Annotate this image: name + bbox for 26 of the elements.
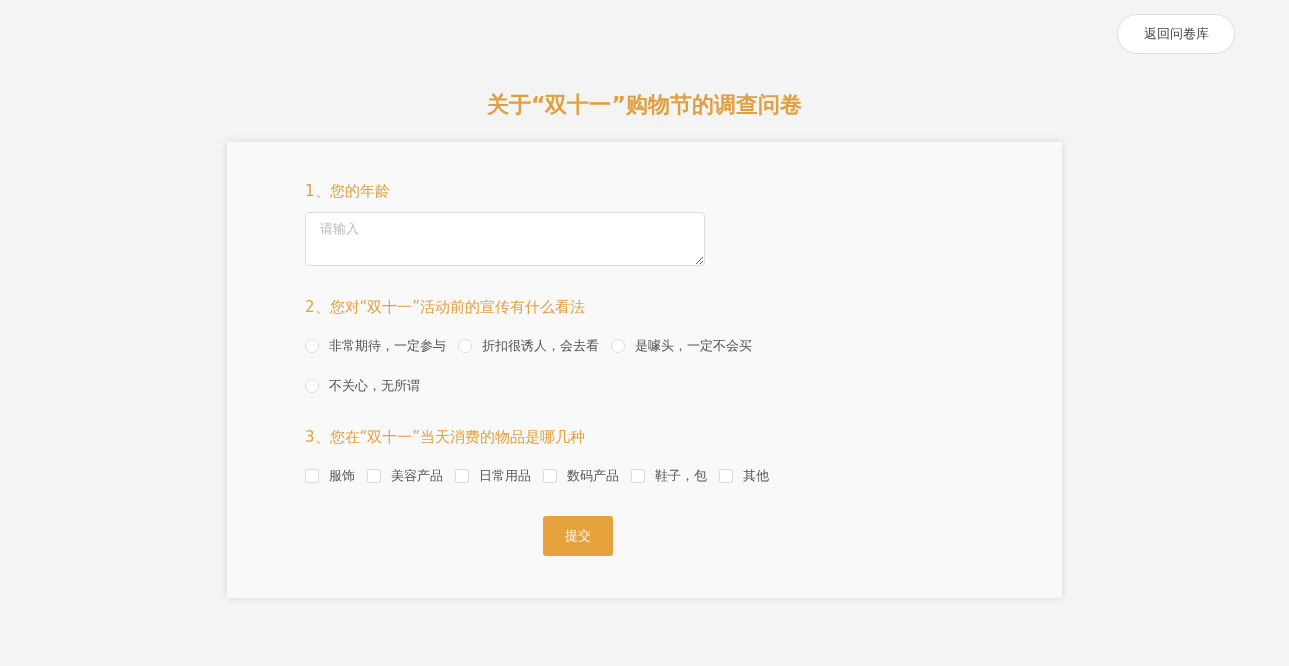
checkbox[interactable] xyxy=(305,469,319,483)
option-label[interactable]: 折扣很诱人，会去看 xyxy=(482,336,599,356)
option-label[interactable]: 不关心，无所谓 xyxy=(329,376,420,396)
option-label[interactable]: 服饰 xyxy=(329,466,355,486)
back-button[interactable]: 返回问卷库 xyxy=(1117,14,1235,54)
question-label: 1、您的年龄 xyxy=(305,181,391,202)
survey-title: 关于“双十一”购物节的调查问卷 xyxy=(486,91,803,119)
checkbox[interactable] xyxy=(543,469,557,483)
checkbox[interactable] xyxy=(631,469,645,483)
option-label[interactable]: 数码产品 xyxy=(567,466,619,486)
option-label[interactable]: 鞋子，包 xyxy=(655,466,707,486)
checkbox[interactable] xyxy=(719,469,733,483)
checkbox[interactable] xyxy=(455,469,469,483)
checkbox[interactable] xyxy=(367,469,381,483)
option-label[interactable]: 日常用品 xyxy=(479,466,531,486)
option-label[interactable]: 非常期待，一定参与 xyxy=(329,336,446,356)
radio-button[interactable] xyxy=(305,379,319,393)
answer-field[interactable]: 请输入 xyxy=(305,212,705,266)
question-label: 3、您在“双十一”当天消费的物品是哪几种 xyxy=(305,427,587,448)
radio-button[interactable] xyxy=(305,339,319,353)
radio-button[interactable] xyxy=(611,339,625,353)
radio-button[interactable] xyxy=(458,339,472,353)
option-label[interactable]: 美容产品 xyxy=(391,466,443,486)
option-label[interactable]: 其他 xyxy=(743,466,769,486)
question-label: 2、您对“双十一”活动前的宣传有什么看法 xyxy=(305,297,587,318)
option-label[interactable]: 是噱头，一定不会买 xyxy=(635,336,752,356)
